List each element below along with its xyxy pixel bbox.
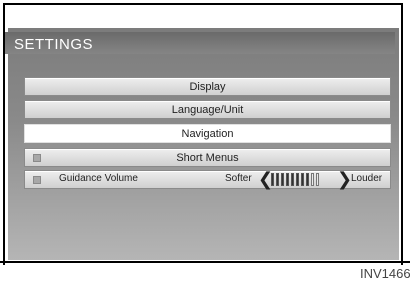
menu-item-label: Display	[189, 80, 226, 93]
guidance-volume-label: Guidance Volume	[59, 173, 138, 184]
volume-step	[276, 173, 279, 186]
toggle-indicator-icon	[33, 176, 41, 184]
menu-item-display[interactable]: Display	[24, 77, 391, 96]
menu-item-language-unit[interactable]: Language/Unit	[24, 100, 391, 119]
menu-item-navigation[interactable]: Navigation	[24, 124, 391, 143]
menu-item-label: Short Menus	[176, 151, 239, 164]
volume-step	[281, 173, 284, 186]
menu-item-short-menus[interactable]: Short Menus	[24, 148, 391, 167]
settings-screen	[8, 28, 399, 260]
menu-item-label: Language/Unit	[171, 103, 244, 116]
volume-step	[301, 173, 304, 186]
page-title: SETTINGS	[14, 36, 94, 53]
figure-bottom-rule	[0, 261, 410, 263]
menu-item-label: Navigation	[181, 127, 234, 140]
volume-level-bar[interactable]	[271, 173, 335, 186]
volume-step	[291, 173, 294, 186]
guidance-volume-row[interactable]: Guidance Volume Softer ❮ ❯ Louder	[24, 169, 391, 190]
louder-label: Louder	[351, 173, 383, 184]
figure-caption: INV1466	[360, 266, 410, 281]
chevron-right-icon[interactable]: ❯	[337, 169, 352, 190]
volume-step	[316, 173, 319, 186]
volume-step	[286, 173, 289, 186]
volume-step	[311, 173, 314, 186]
toggle-indicator-icon	[33, 154, 41, 162]
volume-step	[271, 173, 274, 186]
volume-step	[306, 173, 309, 186]
softer-label: Softer	[225, 173, 252, 184]
volume-step	[296, 173, 299, 186]
